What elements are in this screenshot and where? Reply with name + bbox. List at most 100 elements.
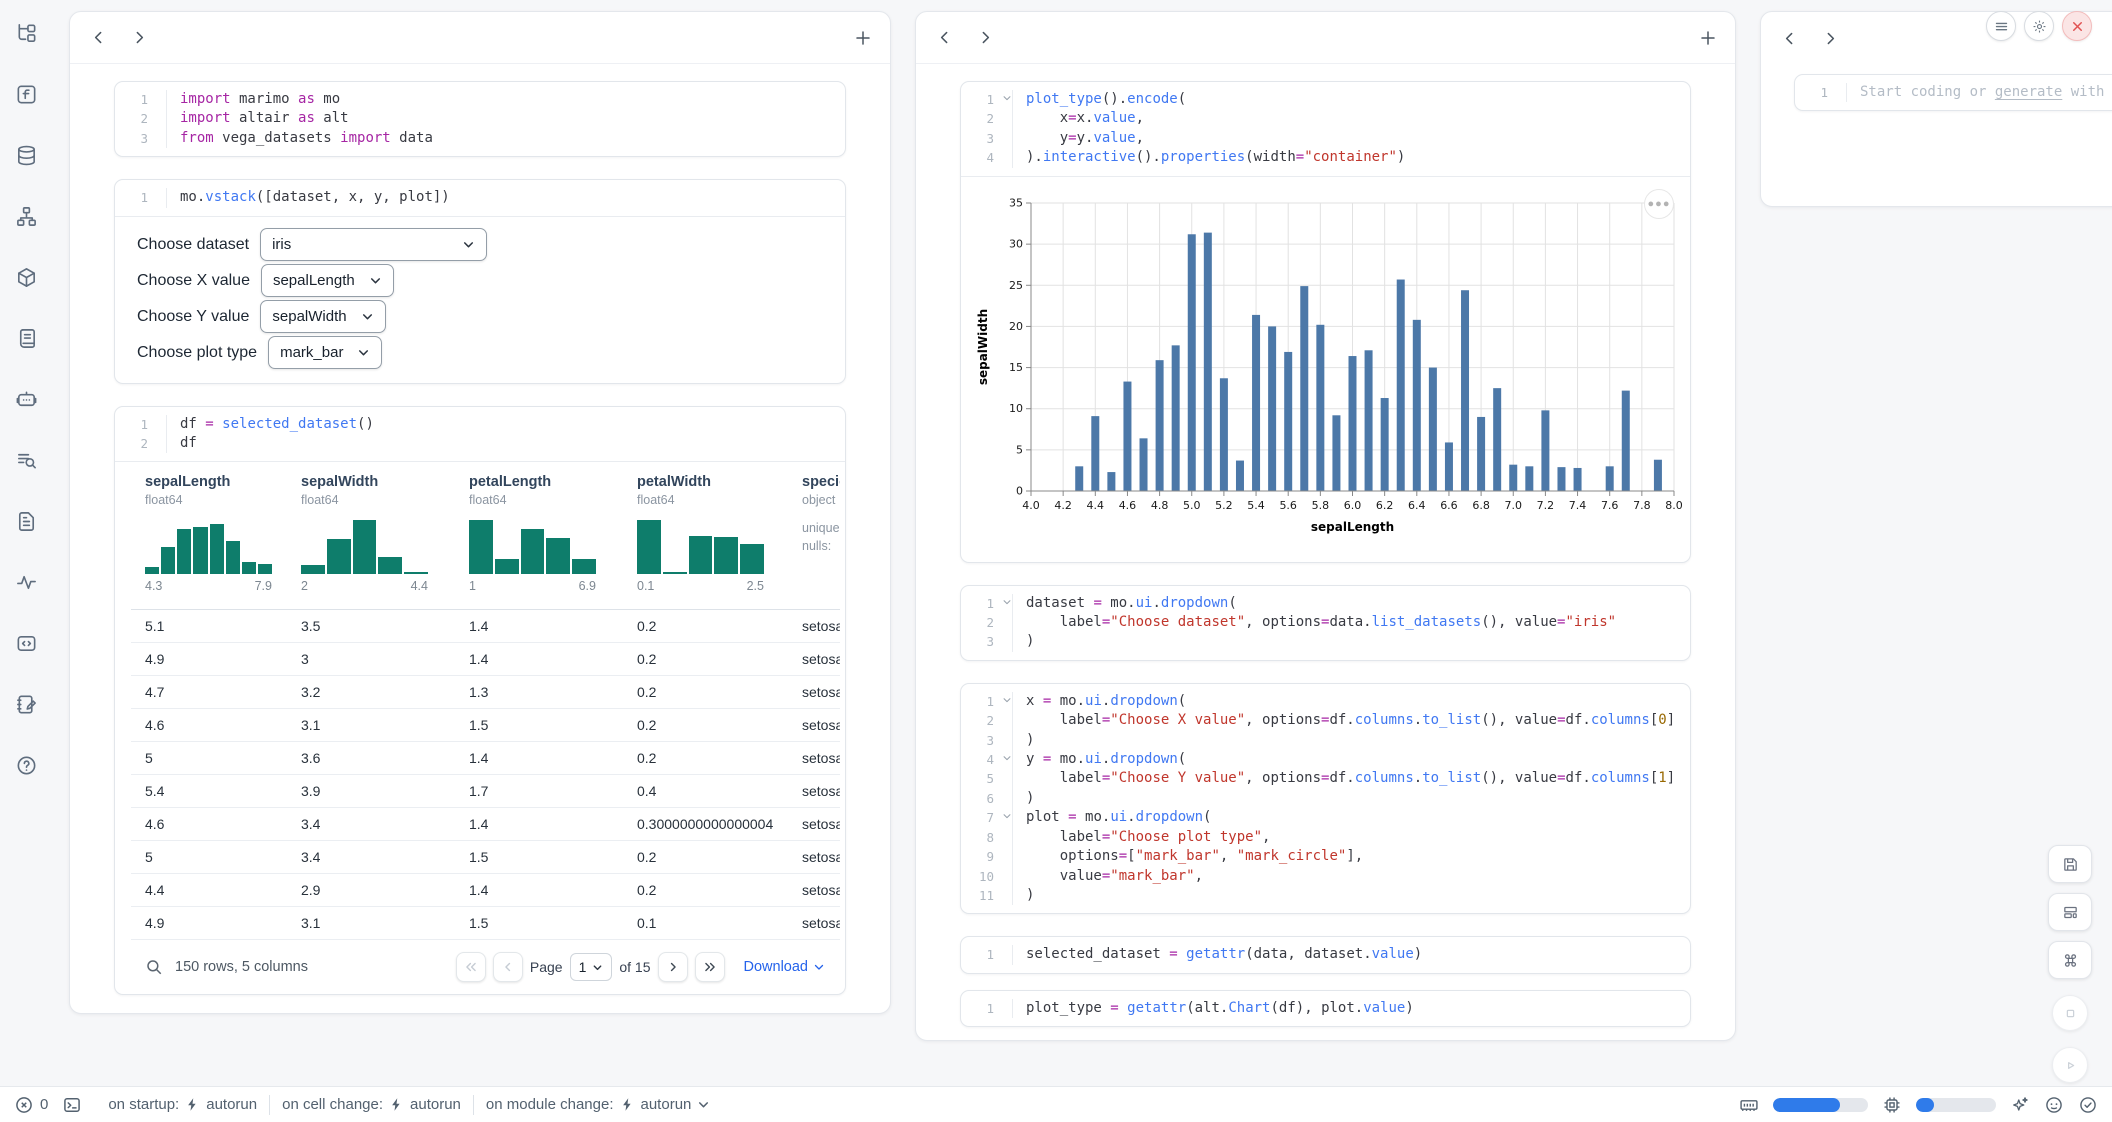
prev-page-button[interactable] xyxy=(493,952,523,982)
column-move-right-button[interactable] xyxy=(131,29,148,46)
dataset-dropdown-cell[interactable]: 1dataset = mo.ui.dropdown(2 label="Choos… xyxy=(960,585,1691,661)
code-line[interactable]: 1plot_type = getattr(alt.Chart(df), plot… xyxy=(961,999,1690,1018)
file-tree-icon[interactable] xyxy=(15,22,38,45)
plot-type-cell[interactable]: 1plot_type = getattr(alt.Chart(df), plot… xyxy=(960,990,1691,1027)
generate-with-ai-link[interactable]: generate xyxy=(1995,84,2062,100)
y-value-select[interactable]: sepalWidth xyxy=(260,300,385,333)
scratchpad-icon[interactable] xyxy=(15,693,38,716)
imports-cell[interactable]: 1import marimo as mo2import altair as al… xyxy=(114,81,846,157)
download-button[interactable]: Download xyxy=(744,959,826,975)
code-line[interactable]: 2 label="Choose X value", options=df.col… xyxy=(961,711,1690,730)
layout-button[interactable] xyxy=(2048,893,2092,931)
selected-dataset-cell[interactable]: 1selected_dataset = getattr(data, datase… xyxy=(960,936,1691,973)
packages-icon[interactable] xyxy=(15,266,38,289)
column-header-petalLength[interactable]: petalLengthfloat6416.9 xyxy=(469,474,596,593)
menu-button[interactable] xyxy=(1986,11,2016,41)
dataframe-table[interactable]: sepalLengthfloat644.37.9sepalWidthfloat6… xyxy=(131,474,840,940)
help-icon[interactable] xyxy=(15,754,38,777)
code-line[interactable]: 1plot_type().encode( xyxy=(961,90,1690,109)
column-histogram[interactable] xyxy=(469,517,596,574)
column-move-right-button[interactable] xyxy=(977,29,994,46)
code-line[interactable]: 1mo.vstack([dataset, x, y, plot]) xyxy=(115,188,845,207)
search-icon[interactable] xyxy=(145,958,163,976)
code-line[interactable]: 1x = mo.ui.dropdown( xyxy=(961,692,1690,711)
last-page-button[interactable] xyxy=(695,952,725,982)
runtime-config-2[interactable]: on cell change:autorun xyxy=(270,1096,473,1113)
column-move-left-button[interactable] xyxy=(1781,30,1798,47)
variables-icon[interactable] xyxy=(15,449,38,472)
code-line[interactable]: 3from vega_datasets import data xyxy=(115,129,845,148)
table-row[interactable]: 4.73.21.30.2setosa xyxy=(131,676,840,709)
add-cell-button[interactable] xyxy=(854,29,872,47)
datasources-icon[interactable] xyxy=(15,144,38,167)
outline-icon[interactable] xyxy=(15,510,38,533)
code-line[interactable]: 4y = mo.ui.dropdown( xyxy=(961,750,1690,769)
table-row[interactable]: 53.41.50.2setosa xyxy=(131,841,840,874)
runtime-config-1[interactable]: on startup:autorun xyxy=(96,1096,269,1113)
code-line[interactable]: 2df xyxy=(115,434,845,453)
code-line[interactable]: 2import altair as alt xyxy=(115,109,845,128)
plot-type-select[interactable]: mark_bar xyxy=(268,336,382,369)
save-button[interactable] xyxy=(2048,845,2092,883)
keyboard-shortcuts-button[interactable] xyxy=(2048,941,2092,979)
table-row[interactable]: 4.93.11.50.1setosa xyxy=(131,907,840,940)
new-cell-editor[interactable]: 1 Start coding or generate with AI xyxy=(1794,74,2112,111)
table-row[interactable]: 53.61.40.2setosa xyxy=(131,742,840,775)
connection-status-icon[interactable] xyxy=(2078,1095,2098,1115)
code-line[interactable]: 3 y=y.value, xyxy=(961,129,1690,148)
column-histogram[interactable] xyxy=(637,517,764,574)
tracing-icon[interactable] xyxy=(15,571,38,594)
page-select[interactable]: 1 xyxy=(570,953,613,981)
code-line[interactable]: 1import marimo as mo xyxy=(115,90,845,109)
table-row[interactable]: 4.42.91.40.2setosa xyxy=(131,874,840,907)
code-line[interactable]: 2 x=x.value, xyxy=(961,109,1690,128)
code-line[interactable]: 3) xyxy=(961,632,1690,651)
code-line[interactable]: 7plot = mo.ui.dropdown( xyxy=(961,808,1690,827)
first-page-button[interactable] xyxy=(456,952,486,982)
table-row[interactable]: 4.931.40.2setosa xyxy=(131,643,840,676)
settings-button[interactable] xyxy=(2024,11,2054,41)
code-line[interactable]: 8 label="Choose plot type", xyxy=(961,828,1690,847)
code-line[interactable]: 1selected_dataset = getattr(data, datase… xyxy=(961,945,1690,964)
column-histogram[interactable] xyxy=(145,517,272,574)
vstack-cell[interactable]: 1mo.vstack([dataset, x, y, plot]) Choose… xyxy=(114,179,846,383)
memory-usage-meter[interactable] xyxy=(1773,1098,1868,1112)
code-line[interactable]: 1df = selected_dataset() xyxy=(115,415,845,434)
column-move-left-button[interactable] xyxy=(90,29,107,46)
code-line[interactable]: 1dataset = mo.ui.dropdown( xyxy=(961,594,1690,613)
column-move-left-button[interactable] xyxy=(936,29,953,46)
add-cell-button[interactable] xyxy=(1699,29,1717,47)
code-line[interactable]: 3) xyxy=(961,731,1690,750)
column-header-species[interactable]: speciesobjectunique:nulls: xyxy=(802,474,840,555)
table-row[interactable]: 4.63.11.50.2setosa xyxy=(131,709,840,742)
altair-chart[interactable]: 4.04.24.44.64.85.05.25.45.65.86.06.26.46… xyxy=(973,191,1682,537)
code-line[interactable]: 5 label="Choose Y value", options=df.col… xyxy=(961,769,1690,788)
dataframe-cell[interactable]: 1df = selected_dataset()2df sepalLengthf… xyxy=(114,406,846,996)
error-indicator[interactable]: 0 xyxy=(14,1095,48,1115)
copilot-icon[interactable] xyxy=(2044,1095,2064,1115)
stop-button[interactable] xyxy=(2052,995,2088,1031)
dataset-select[interactable]: iris xyxy=(260,228,487,261)
column-header-sepalLength[interactable]: sepalLengthfloat644.37.9 xyxy=(145,474,272,593)
next-page-button[interactable] xyxy=(658,952,688,982)
plot-cell[interactable]: 1plot_type().encode(2 x=x.value,3 y=y.va… xyxy=(960,81,1691,563)
chart-actions-button[interactable]: ●●● xyxy=(1644,189,1674,219)
table-row[interactable]: 5.13.51.40.2setosa xyxy=(131,610,840,643)
code-line[interactable]: 2 label="Choose dataset", options=data.l… xyxy=(961,613,1690,632)
xy-dropdowns-cell[interactable]: 1x = mo.ui.dropdown(2 label="Choose X va… xyxy=(960,683,1691,914)
column-header-sepalWidth[interactable]: sepalWidthfloat6424.4 xyxy=(301,474,428,593)
code-line[interactable]: 10 value="mark_bar", xyxy=(961,867,1690,886)
code-line[interactable]: 11) xyxy=(961,886,1690,905)
code-line[interactable]: 4).interactive().properties(width="conta… xyxy=(961,148,1690,167)
shutdown-button[interactable] xyxy=(2062,11,2092,41)
snippets-icon[interactable] xyxy=(15,632,38,655)
dependency-graph-icon[interactable] xyxy=(15,205,38,228)
runtime-config-3[interactable]: on module change:autorun xyxy=(474,1096,722,1113)
table-row[interactable]: 5.43.91.70.4setosa xyxy=(131,775,840,808)
documentation-icon[interactable] xyxy=(15,327,38,350)
ai-sparkles-icon[interactable] xyxy=(2010,1095,2030,1115)
cpu-usage-meter[interactable] xyxy=(1916,1098,1996,1112)
chat-icon[interactable] xyxy=(15,388,38,411)
column-histogram[interactable] xyxy=(301,517,428,574)
table-row[interactable]: 4.63.41.40.3000000000000004setosa xyxy=(131,808,840,841)
